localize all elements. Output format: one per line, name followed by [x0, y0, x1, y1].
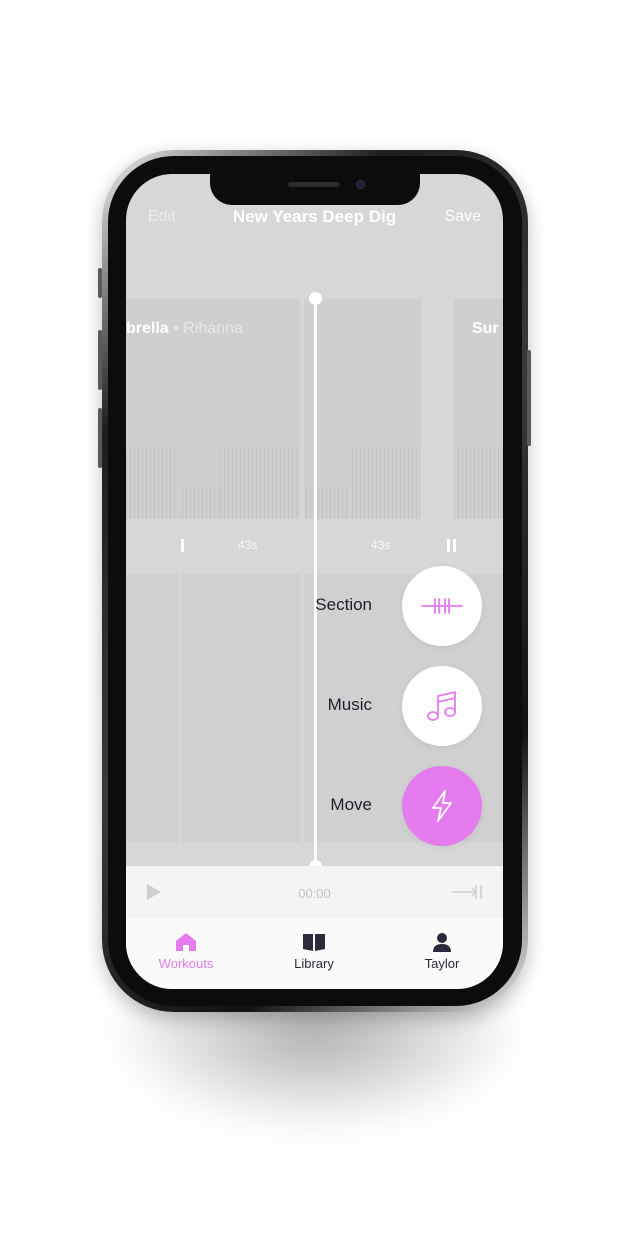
volume-down-button — [98, 408, 102, 468]
section-marker[interactable] — [181, 539, 184, 552]
music-action-button[interactable] — [402, 666, 482, 746]
mute-switch — [98, 268, 102, 298]
music-note-icon — [427, 691, 456, 721]
waveform — [126, 449, 176, 519]
duration-label: 43s — [371, 538, 391, 552]
front-camera — [356, 180, 365, 189]
top-nav-bar: Edit New Years Deep Dig Save — [126, 202, 503, 232]
section-split-icon — [421, 598, 463, 614]
playhead[interactable] — [314, 298, 317, 866]
speaker-grille — [288, 182, 340, 187]
waveform — [220, 449, 300, 519]
track-separator: • — [173, 320, 179, 337]
move-action-label: Move — [330, 795, 372, 814]
track-title: Sur — [472, 320, 499, 337]
duration-label: 43s — [238, 538, 258, 552]
playhead-top-handle[interactable] — [309, 292, 322, 305]
tab-label: Taylor — [424, 956, 460, 971]
tab-bar: Workouts Library Taylor — [126, 918, 503, 989]
waveform — [306, 487, 348, 519]
tab-label: Library — [294, 956, 334, 971]
move-lane-block[interactable] — [126, 574, 178, 842]
volume-up-button — [98, 330, 102, 390]
waveform — [352, 449, 420, 519]
pause-icon[interactable] — [447, 539, 459, 552]
tab-library[interactable]: Library — [254, 932, 374, 971]
home-icon — [176, 933, 196, 951]
skip-to-end-icon[interactable] — [451, 883, 483, 901]
track-label: Sur — [472, 320, 499, 338]
track-artist: Rihanna — [183, 320, 243, 337]
player-bar: 00:00 — [126, 866, 503, 918]
playback-time: 00:00 — [298, 886, 331, 901]
person-icon — [433, 933, 451, 952]
book-icon — [303, 934, 325, 951]
section-action-button[interactable] — [402, 566, 482, 646]
track-title: brella — [126, 320, 169, 337]
section-action-label: Section — [315, 595, 372, 614]
move-action-button[interactable] — [402, 766, 482, 846]
notch — [210, 174, 420, 205]
save-button[interactable]: Save — [445, 208, 481, 226]
waveform — [182, 487, 220, 519]
lightning-bolt-icon — [432, 790, 452, 822]
music-action-label: Music — [327, 695, 372, 714]
tab-label: Workouts — [158, 956, 214, 971]
track-label: brella • Rihanna — [126, 320, 243, 338]
tab-taylor[interactable]: Taylor — [382, 932, 502, 971]
tab-workouts[interactable]: Workouts — [126, 932, 246, 971]
power-button — [527, 350, 531, 446]
app-screen: Edit New Years Deep Dig Save brella • Ri… — [126, 174, 503, 989]
waveform — [458, 449, 503, 519]
